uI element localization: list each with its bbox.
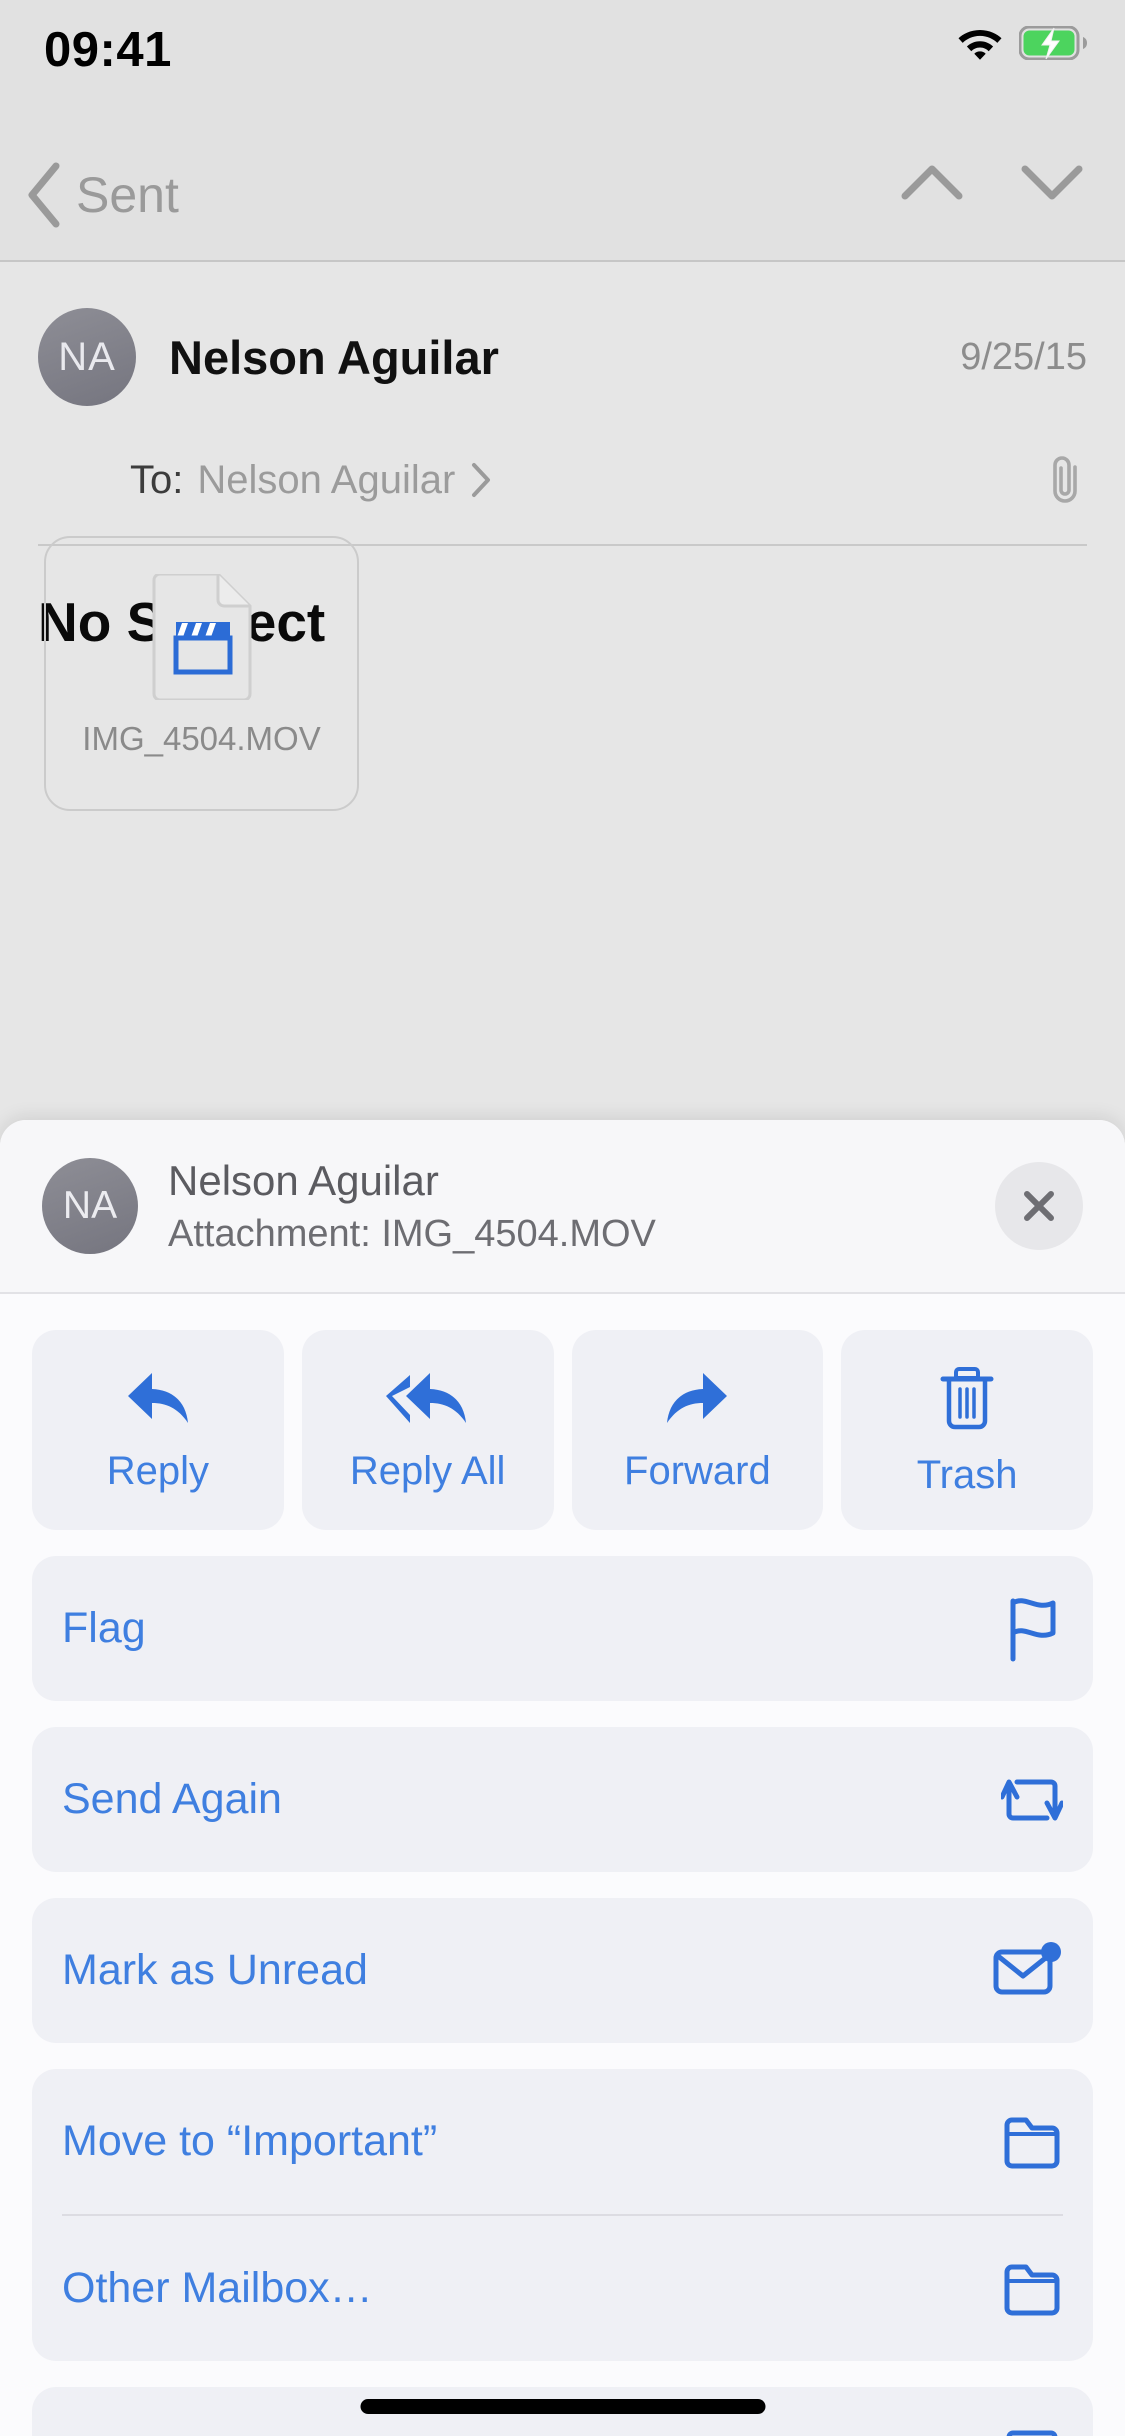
home-indicator [360,2399,765,2414]
sheet-subtitle: Attachment: IMG_4504.MOV [168,1212,656,1255]
move-to-important-row[interactable]: Move to “Important” [32,2069,1093,2214]
action-sheet-header: NA Nelson Aguilar Attachment: IMG_4504.M… [0,1120,1125,1294]
back-button[interactable]: Sent [22,150,179,240]
flag-icon [1003,1593,1063,1665]
sheet-avatar: NA [42,1158,138,1254]
other-mailbox-row[interactable]: Other Mailbox… [32,2216,1093,2361]
recipients-row[interactable]: To: Nelson Aguilar [0,434,1125,526]
reply-all-icon [384,1367,472,1429]
forward-button[interactable]: Forward [571,1330,824,1530]
reply-button[interactable]: Reply [32,1330,284,1530]
mark-as-unread-label: Mark as Unread [62,1946,368,1994]
sender-name: Nelson Aguilar [169,330,499,384]
chevron-left-icon [22,160,66,230]
send-again-label: Send Again [62,1775,282,1823]
iphone-screen: 09:41 Sent NA Nelson Aguilar 9/25/15 To:… [0,0,1125,2436]
flag-row[interactable]: Flag [32,1556,1093,1701]
message-date: 9/25/15 [960,335,1087,378]
chevron-right-icon [469,460,493,500]
chevron-down-icon[interactable] [1019,160,1085,204]
paperclip-icon [1047,454,1087,506]
status-time: 09:41 [44,23,172,77]
repeat-icon [1001,1768,1063,1832]
status-bar: 09:41 [0,0,1125,132]
folder-icon [1001,2258,1063,2320]
attachment-card[interactable]: IMG_4504.MOV [44,536,359,811]
folder-icon [1001,2111,1063,2173]
other-mailbox-label: Other Mailbox… [62,2264,373,2312]
recipient-name[interactable]: Nelson Aguilar [197,458,455,503]
message-navigation-controls [899,160,1085,204]
trash-label: Trash [916,1452,1018,1497]
attachment-filename: IMG_4504.MOV [82,720,321,757]
back-button-label: Sent [76,167,179,223]
sheet-avatar-initials: NA [62,1184,118,1227]
move-to-important-label: Move to “Important” [62,2117,438,2165]
flag-group: Flag [32,1556,1093,1701]
quick-actions-row: Reply Reply All Forward Trash [32,1330,1093,1530]
sheet-header-texts: Nelson Aguilar Attachment: IMG_4504.MOV [168,1157,995,1256]
action-sheet-content: Reply Reply All Forward Trash Flag Send … [0,1294,1125,2436]
navigation-bar: Sent [0,132,1125,262]
avatar-initials: NA [58,334,116,379]
send-again-group: Send Again [32,1727,1093,1872]
trash-icon [935,1363,999,1433]
forward-label: Forward [624,1448,771,1493]
mark-unread-group: Mark as Unread [32,1898,1093,2043]
forward-icon [661,1367,733,1429]
flag-label: Flag [62,1604,146,1652]
reply-all-label: Reply All [349,1448,506,1493]
chevron-up-icon[interactable] [899,160,965,204]
to-label: To: [130,457,184,502]
reply-label: Reply [106,1448,209,1493]
envelope-badge-icon [991,1940,1063,2002]
action-sheet: NA Nelson Aguilar Attachment: IMG_4504.M… [0,1120,1125,2436]
avatar: NA [38,308,136,406]
sheet-title: Nelson Aguilar [168,1156,439,1204]
reply-all-button[interactable]: Reply All [301,1330,554,1530]
close-button[interactable] [995,1162,1083,1250]
wifi-icon [957,26,1003,60]
close-icon [1017,1184,1061,1228]
send-again-row[interactable]: Send Again [32,1727,1093,1872]
reply-icon [122,1367,194,1429]
battery-charging-icon [1019,26,1087,60]
status-indicators [957,26,1087,60]
trash-button[interactable]: Trash [841,1330,1093,1530]
movie-file-icon [150,574,254,700]
mark-as-unread-row[interactable]: Mark as Unread [32,1898,1093,2043]
archive-icon [1001,2427,1063,2436]
sender-row: NA Nelson Aguilar 9/25/15 [0,302,1125,412]
move-group: Move to “Important” Other Mailbox… [32,2069,1093,2361]
